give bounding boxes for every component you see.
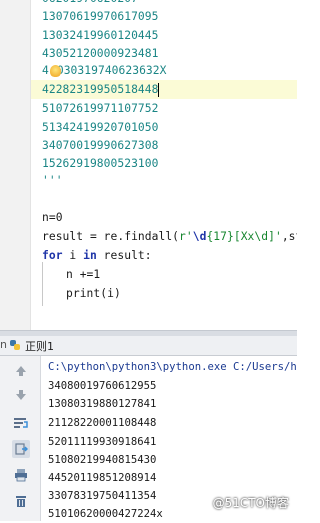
scroll-down-button[interactable] [12, 386, 30, 404]
run-tool-window-header: n 正则1 [0, 336, 297, 356]
clear-all-button[interactable] [12, 492, 30, 510]
console-output-line: 34080019760612955 [48, 380, 157, 392]
console-output-line: 52011119930918641 [48, 436, 157, 448]
printer-icon [15, 469, 27, 482]
run-config-tab[interactable]: 正则1 [25, 338, 54, 354]
code-editor[interactable]: 06201970620207 13070619970617095 1303241… [0, 0, 297, 330]
line-rest: 030319740623632X [56, 64, 167, 77]
header-prefix: n [0, 338, 7, 351]
arrow-down-icon [16, 390, 26, 400]
editor-gutter [0, 0, 31, 330]
console-output-line: 21128220001108448 [48, 417, 157, 429]
arrow-up-icon [16, 366, 26, 376]
scroll-up-button[interactable] [12, 362, 30, 380]
console-output-line: 51010620000427224x [48, 508, 163, 520]
scroll-to-end-icon [15, 443, 28, 455]
run-console[interactable]: C:\python\python3\python.exe C:/Users/h … [0, 356, 297, 521]
console-output-line: 44520119851208914 [48, 472, 157, 484]
soft-wrap-button[interactable] [12, 414, 30, 432]
code-line-print: print(i) [66, 287, 121, 300]
closing-quotes: ''' [42, 174, 63, 187]
python-icon [10, 340, 20, 350]
line-prefix: 4 [42, 64, 49, 77]
scroll-to-end-button[interactable] [12, 440, 30, 458]
watermark: @51CTO博客 [212, 496, 289, 510]
indent-guide [42, 262, 43, 306]
text-caret [158, 83, 160, 97]
console-command-line: C:\python\python3\python.exe C:/Users/h [48, 361, 297, 373]
print-button[interactable] [12, 466, 30, 484]
lightbulb-icon[interactable] [50, 65, 61, 77]
console-output-line: 13080319880127841 [48, 398, 157, 410]
console-output-line: 51080219940815430 [48, 454, 157, 466]
console-toolbar [0, 356, 41, 521]
console-output-line: 33078319750411354 [48, 490, 157, 502]
soft-wrap-icon [14, 418, 28, 428]
trash-icon [16, 496, 26, 507]
